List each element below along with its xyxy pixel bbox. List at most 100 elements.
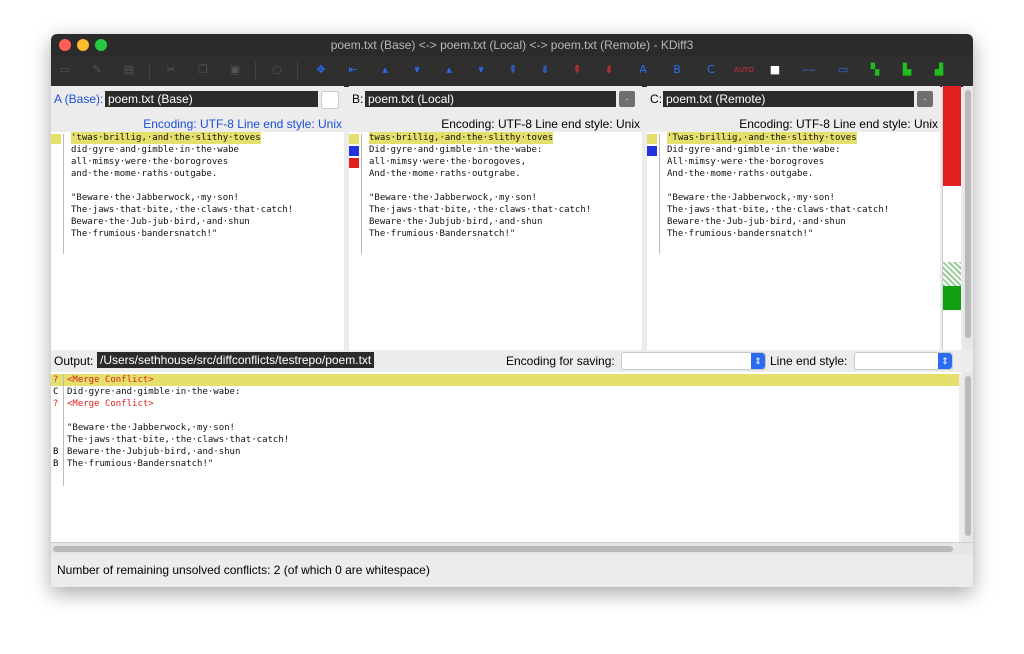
overview-conflict-region <box>943 86 961 186</box>
pane-c-remote: C: poem.txt (Remote) . Encoding: UTF-8 L… <box>647 86 940 374</box>
text-line: "Beware·the·Jabberwock,·my·son! <box>369 193 537 203</box>
overview-change-region <box>943 286 961 310</box>
toolbar-separator <box>255 62 256 80</box>
text-line: The·frumious·bandersnatch!" <box>71 229 218 239</box>
goto-next-conflict-icon[interactable]: ▾ <box>473 62 489 78</box>
window-title: poem.txt (Base) <-> poem.txt (Local) <->… <box>330 38 694 52</box>
text-line: The·jaws·that·bite,·the·claws·that·catch… <box>71 205 294 215</box>
split-icon[interactable]: ▚ <box>867 62 883 78</box>
pane-c-encoding: Encoding: UTF-8 Line end style: Unix <box>739 117 938 131</box>
chevron-updown-icon: ⇕ <box>751 353 765 369</box>
scroll-thumb[interactable] <box>965 90 971 338</box>
pane-b-file-field[interactable]: poem.txt (Local) <box>365 91 616 107</box>
pane-b-text[interactable]: twas·brillig,·and·the·slithy·toves Did·g… <box>349 132 642 374</box>
text-line: all·mimsy·were·the·borogoves, <box>369 157 527 167</box>
text-line: And·the·mome·raths·outgrabe. <box>369 169 521 179</box>
goto-prev-conflict-icon[interactable]: ▴ <box>441 62 457 78</box>
toggle-overview-icon[interactable]: ▭ <box>835 62 851 78</box>
pane-a-text[interactable]: 'twas·brillig,·and·the·slithy·toves did·… <box>51 132 344 374</box>
pane-c-file-field[interactable]: poem.txt (Remote) <box>663 91 914 107</box>
pane-b-encoding: Encoding: UTF-8 Line end style: Unix <box>441 117 640 131</box>
text-line: The·frumious·bandersnatch!" <box>667 229 814 239</box>
auto-solve-icon[interactable]: AUTO <box>733 62 755 78</box>
text-line: "Beware·the·Jabberwock,·my·son! <box>667 193 835 203</box>
text-line: And·the·mome·raths·outgabe. <box>667 169 814 179</box>
toolbar-separator <box>297 62 298 80</box>
text-line: "Beware·the·Jabberwock,·my·son! <box>71 193 239 203</box>
overview-whitespace-region <box>943 262 961 286</box>
open-icon[interactable]: ✎ <box>89 62 105 78</box>
text-line: 'Twas·brillig,·and·the·slithy·toves <box>667 132 857 144</box>
show-line-numbers-icon[interactable]: ‒‒ <box>801 62 817 78</box>
output-vertical-scrollbar[interactable] <box>963 372 973 542</box>
output-path-field[interactable]: /Users/sethhouse/src/diffconflicts/testr… <box>97 352 375 368</box>
paste-icon[interactable]: ▣ <box>227 62 243 78</box>
merge-output-editor[interactable]: ? <Merge Conflict> C Did·gyre·and·gimble… <box>51 372 959 542</box>
text-line: Did·gyre·and·gimble·in·the·wabe: <box>369 145 543 155</box>
output-gutter-mark: ? <box>53 375 59 385</box>
conflict-marker <box>647 134 657 144</box>
pane-a-base: A (Base): poem.txt (Base) Encoding: UTF-… <box>51 86 344 374</box>
goto-prev-delta-icon[interactable]: ▴ <box>377 62 393 78</box>
output-gutter-mark: B <box>53 459 59 469</box>
pane-c-header: C: poem.txt (Remote) . <box>647 86 940 110</box>
scroll-thumb[interactable] <box>53 546 953 552</box>
output-gutter-mark: B <box>53 447 59 457</box>
pane-c-browse-button[interactable]: . <box>917 91 933 107</box>
select-c-icon[interactable]: C <box>703 62 719 78</box>
overview-c-icon[interactable]: ▟ <box>931 62 947 78</box>
line-end-style-label: Line end style: <box>770 354 848 368</box>
gutter-line <box>63 134 64 254</box>
diff-overview-bar[interactable] <box>942 86 961 374</box>
pane-b-browse-button[interactable]: . <box>619 91 635 107</box>
pane-a-browse-button[interactable] <box>321 91 339 109</box>
output-header: Output: /Users/sethhouse/src/diffconflic… <box>51 350 973 372</box>
output-line: The·frumious·Bandersnatch!" <box>67 459 214 469</box>
pane-b-label: B: <box>352 92 364 106</box>
copy-icon[interactable]: ❐ <box>195 62 211 78</box>
output-line: "Beware·the·Jabberwock,·my·son! <box>67 423 235 433</box>
overview-ab-icon[interactable]: ▙ <box>899 62 915 78</box>
text-line: and·the·mome·raths·outgabe. <box>71 169 218 179</box>
text-line: Beware·the·Jubjub·bird,·and·shun <box>369 217 543 227</box>
pane-a-encoding: Encoding: UTF-8 Line end style: Unix <box>143 117 342 131</box>
text-line: all·mimsy·were·the·borogroves <box>71 157 229 167</box>
output-line: The·jaws·that·bite,·the·claws·that·catch… <box>67 435 290 445</box>
output-line: <Merge Conflict> <box>67 375 154 385</box>
text-line: did·gyre·and·gimble·in·the·wabe <box>71 145 239 155</box>
text-line: The·jaws·that·bite,·the·claws·that·catch… <box>667 205 890 215</box>
chevron-updown-icon: ⇕ <box>938 353 952 369</box>
encoding-saving-select[interactable]: ⇕ <box>621 352 766 370</box>
close-window-button[interactable] <box>59 39 71 51</box>
minimize-window-button[interactable] <box>77 39 89 51</box>
goto-current-icon[interactable]: ✥ <box>313 62 329 78</box>
scroll-thumb[interactable] <box>965 376 971 536</box>
zoom-window-button[interactable] <box>95 39 107 51</box>
find-icon[interactable]: ○ <box>269 62 285 78</box>
diff-vertical-scrollbar[interactable] <box>963 86 973 374</box>
goto-prev-unsolved-icon[interactable]: ⇞ <box>505 62 521 78</box>
cut-icon[interactable]: ✂ <box>163 62 179 78</box>
change-marker <box>647 146 657 156</box>
change-marker <box>349 146 359 156</box>
goto-top-icon[interactable]: ⇤ <box>345 62 361 78</box>
goto-prev-unsolved-conflict-icon[interactable]: ⇞ <box>569 62 585 78</box>
goto-next-delta-icon[interactable]: ▾ <box>409 62 425 78</box>
new-icon[interactable]: ▭ <box>57 62 73 78</box>
show-whitespace-icon[interactable]: ■ <box>767 62 783 78</box>
line-end-style-select[interactable]: ⇕ <box>854 352 953 370</box>
output-gutter-mark: C <box>53 387 59 397</box>
goto-next-unsolved-icon[interactable]: ⇟ <box>537 62 553 78</box>
text-line: Beware·the·Jub-jub·bird,·and·shun <box>71 217 250 227</box>
text-line: All·mimsy·were·the·borogroves <box>667 157 825 167</box>
pane-c-text[interactable]: 'Twas·brillig,·and·the·slithy·toves Did·… <box>647 132 940 374</box>
save-icon[interactable]: ▤ <box>121 62 137 78</box>
pane-c-label: C: <box>650 92 662 106</box>
pane-a-file-field[interactable]: poem.txt (Base) <box>105 91 318 107</box>
output-gutter-mark: ? <box>53 399 59 409</box>
pane-a-header: A (Base): poem.txt (Base) <box>51 86 344 110</box>
select-b-icon[interactable]: B <box>669 62 685 78</box>
select-a-icon[interactable]: A <box>635 62 651 78</box>
goto-bottom-icon[interactable]: ⇟ <box>601 62 617 78</box>
output-line: Beware·the·Jubjub·bird,·and·shun <box>67 447 241 457</box>
